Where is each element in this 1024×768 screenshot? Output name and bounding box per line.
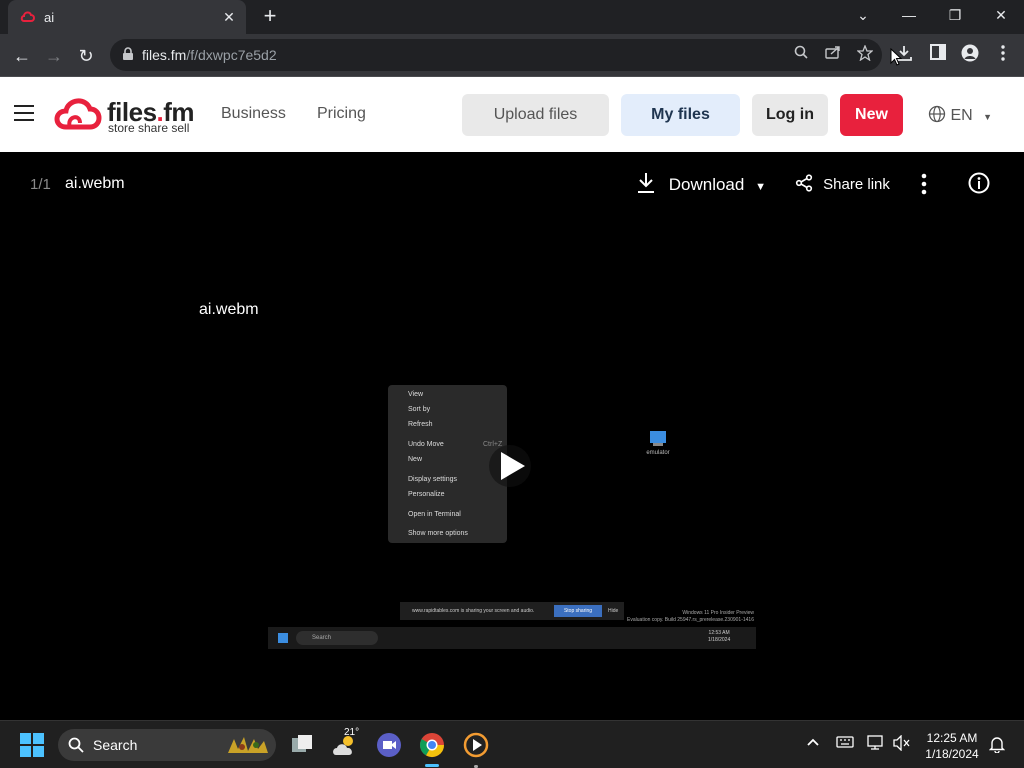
taskbar-time: 12:25 AM — [926, 731, 978, 745]
zoom-search-icon[interactable] — [790, 45, 812, 65]
weather-widget[interactable]: 21° — [330, 727, 362, 761]
hamburger-menu-icon[interactable] — [14, 105, 34, 126]
share-icon — [795, 174, 813, 192]
file-counter: 1/1 — [30, 176, 51, 193]
share-bar-text: www.rapidtables.com is sharing your scre… — [412, 608, 535, 614]
share-link-button[interactable]: Share link — [795, 174, 890, 193]
browser-tabstrip: ai ✕ + ⌄ — ❐ ✕ — [0, 0, 1024, 34]
login-button[interactable]: Log in — [752, 94, 828, 136]
task-view-icon[interactable] — [286, 729, 318, 761]
play-button[interactable] — [484, 443, 540, 489]
share-link-label: Share link — [823, 176, 890, 193]
chrome-app-icon[interactable] — [416, 729, 448, 767]
forward-icon[interactable]: → — [40, 42, 68, 70]
lock-icon — [122, 47, 134, 66]
keyboard-icon[interactable] — [836, 735, 854, 752]
chevron-down-icon: ▼ — [755, 181, 766, 193]
upload-files-button[interactable]: Upload files — [462, 94, 609, 136]
tab-search-icon[interactable]: ⌄ — [840, 0, 886, 30]
taskbar-search-label: Search — [93, 737, 138, 753]
address-bar[interactable]: files.fm/f/dxwpc7e5d2 — [110, 39, 882, 71]
video-date: 1/18/2024 — [708, 637, 731, 643]
menu-item-text: Show more options — [408, 530, 468, 537]
watermark-line: Windows 11 Pro Insider Preview — [682, 610, 754, 616]
menu-item-text: Sort by — [408, 406, 431, 413]
new-button[interactable]: New — [840, 94, 903, 136]
menu-item-text: Open in Terminal — [408, 511, 461, 518]
language-selector[interactable]: EN ▼ — [928, 105, 992, 125]
video-desktop-icon: emulator — [646, 428, 670, 456]
menu-item-text: View — [408, 391, 424, 398]
profile-icon[interactable] — [959, 44, 981, 66]
emulator-icon — [650, 431, 666, 446]
viewer-filename: ai.webm — [65, 175, 125, 192]
side-panel-icon[interactable] — [927, 44, 949, 66]
nav-pricing-link[interactable]: Pricing — [317, 105, 366, 123]
watermark-line: Evaluation copy. Build 25947.rs_prerelea… — [627, 617, 754, 623]
menu-item-text: Refresh — [408, 421, 433, 428]
download-button[interactable]: Download ▼ — [636, 172, 766, 195]
taskbar-clock[interactable]: 12:25 AM 1/18/2024 — [920, 730, 984, 762]
video-clock: 12:53 AM 1/18/2024 — [708, 630, 730, 644]
filesfm-favicon-icon — [20, 10, 36, 27]
taskbar-date: 1/18/2024 — [925, 747, 979, 761]
restore-button[interactable]: ❐ — [932, 0, 978, 30]
back-icon[interactable]: ← — [8, 42, 36, 70]
hide-label: Hide — [608, 608, 619, 614]
windows-start-icon[interactable] — [20, 733, 44, 762]
video-start-icon — [278, 633, 288, 643]
download-label: Download — [668, 175, 745, 194]
search-icon — [68, 737, 84, 753]
tab-title: ai — [44, 10, 55, 25]
bookmark-star-icon[interactable] — [854, 44, 876, 65]
notifications-bell-icon[interactable] — [988, 735, 1006, 756]
logo-tagline: store share sell — [108, 121, 190, 135]
menu-item-text: Personalize — [408, 491, 445, 498]
new-tab-button[interactable]: + — [258, 5, 282, 29]
tab-close-icon[interactable]: ✕ — [218, 6, 240, 28]
browser-toolbar: ← → ↻ files.fm/f/dxwpc7e5d2 — [0, 34, 1024, 77]
language-label: EN — [950, 107, 973, 124]
mouse-cursor-icon — [890, 47, 903, 71]
chevron-down-icon: ▼ — [983, 112, 993, 122]
windows-taskbar: Search 21° 12:25 AM 1/18/2024 — [0, 720, 1024, 768]
share-page-icon[interactable] — [822, 45, 844, 65]
file-viewer: 1/1 ai.webm Download ▼ Share link ai.web… — [0, 152, 1024, 720]
network-icon[interactable] — [867, 735, 885, 754]
media-player-icon[interactable] — [460, 729, 492, 768]
browser-menu-icon[interactable] — [992, 44, 1014, 66]
more-options-icon[interactable] — [920, 172, 928, 201]
close-window-button[interactable]: ✕ — [978, 0, 1024, 30]
minimize-button[interactable]: — — [886, 0, 932, 30]
video-search-box: Search — [296, 631, 378, 645]
my-files-button[interactable]: My files — [621, 94, 740, 136]
info-icon[interactable] — [968, 172, 990, 199]
reload-icon[interactable]: ↻ — [72, 42, 100, 70]
download-icon — [638, 173, 654, 193]
browser-tab[interactable]: ai ✕ — [8, 0, 246, 34]
video-watermark: Windows 11 Pro Insider Preview Evaluatio… — [622, 610, 754, 624]
video-share-bar: www.rapidtables.com is sharing your scre… — [400, 602, 624, 620]
nav-business-link[interactable]: Business — [221, 105, 286, 123]
url-text: files.fm/f/dxwpc7e5d2 — [142, 47, 277, 63]
weather-temp: 21° — [344, 727, 360, 738]
site-header: files.fm store share sell Business Prici… — [0, 77, 1024, 152]
desktop-icon-label: emulator — [646, 450, 670, 456]
filesfm-logo-icon[interactable] — [52, 97, 104, 138]
menu-item-text: New — [408, 456, 423, 463]
meet-app-icon[interactable] — [373, 729, 405, 761]
search-highlight-icon — [228, 737, 268, 753]
video-taskbar: Search 12:53 AM 1/18/2024 — [268, 627, 756, 649]
menu-item-text: Undo Move — [408, 441, 444, 448]
menu-item-text: Display settings — [408, 476, 458, 483]
active-app-indicator — [425, 764, 439, 767]
video-title: ai.webm — [199, 301, 259, 318]
globe-icon — [928, 105, 946, 123]
volume-muted-icon[interactable] — [893, 734, 911, 754]
stop-sharing-label: Stop sharing — [554, 605, 602, 617]
video-time: 12:53 AM — [708, 630, 730, 636]
taskbar-search[interactable]: Search — [58, 729, 276, 761]
show-hidden-icons-chevron-icon[interactable] — [806, 735, 820, 752]
